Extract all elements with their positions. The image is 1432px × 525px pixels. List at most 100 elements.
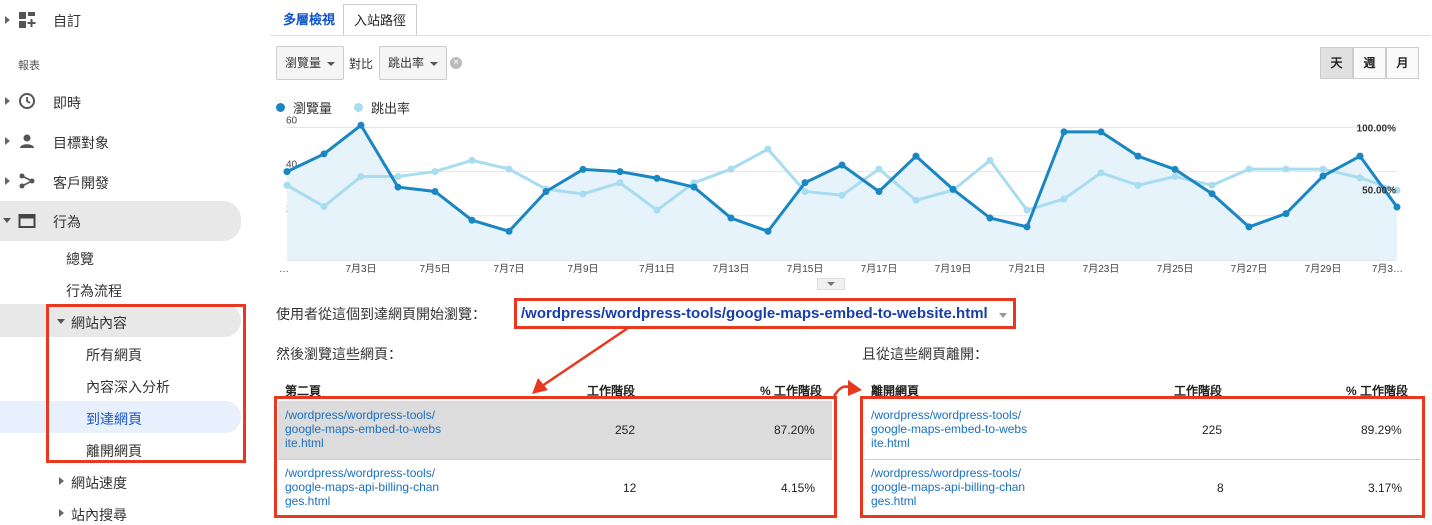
clear-compare-icon[interactable]: × bbox=[450, 57, 462, 69]
line-chart: 604020100.00%50.00%…7月3日7月5日7月7日7月9日7月11… bbox=[279, 115, 1403, 275]
data-point-pageviews bbox=[1171, 165, 1179, 173]
x-tick-label: 7月11日 bbox=[639, 263, 675, 275]
data-point-bounce-rate bbox=[579, 190, 587, 198]
data-point-pageviews bbox=[875, 188, 883, 195]
sidebar-item-behavior[interactable]: 行為 bbox=[53, 212, 81, 232]
data-point-pageviews bbox=[1023, 223, 1031, 231]
data-point-bounce-rate bbox=[505, 165, 513, 173]
sidebar-item-audience[interactable]: 目標對象 bbox=[53, 133, 109, 153]
data-point-pageviews bbox=[986, 214, 994, 222]
dashboard-icon bbox=[19, 12, 36, 28]
sidebar-item-overview[interactable]: 總覽 bbox=[66, 249, 94, 269]
metric-dropdown-label: 瀏覽量 bbox=[285, 56, 322, 70]
data-point-pageviews bbox=[283, 168, 291, 176]
tab-divider bbox=[270, 35, 1430, 36]
sidebar-item-acquisition[interactable]: 客戶開發 bbox=[53, 173, 109, 193]
sidebar-section-reports: 報表 bbox=[18, 60, 40, 72]
expand-caret-icon[interactable] bbox=[59, 509, 64, 517]
data-point-bounce-rate bbox=[727, 165, 735, 173]
data-point-pageviews bbox=[1097, 128, 1105, 136]
data-point-bounce-rate bbox=[1171, 173, 1179, 181]
x-tick-label: 7月27日 bbox=[1231, 263, 1268, 275]
data-point-bounce-rate bbox=[1282, 165, 1290, 173]
data-point-bounce-rate bbox=[431, 168, 439, 176]
data-point-bounce-rate bbox=[764, 145, 772, 153]
sidebar: 自訂 報表 即時 目標對象 客戶開發 行為 總覽 行為流程 網站內容 所有網頁 … bbox=[0, 0, 262, 524]
tab-navigation-summary[interactable]: 多層檢視 bbox=[273, 4, 345, 36]
x-tick-label: 7月19日 bbox=[935, 263, 972, 275]
x-tick-label: 7月7日 bbox=[493, 263, 524, 275]
y2-tick-label: 50.00% bbox=[1362, 186, 1396, 197]
annotation-box bbox=[46, 304, 246, 463]
data-point-pageviews bbox=[1245, 223, 1253, 231]
data-point-pageviews bbox=[727, 214, 735, 222]
period-month-button[interactable]: 月 bbox=[1386, 47, 1419, 79]
data-point-pageviews bbox=[690, 183, 698, 191]
expand-caret-icon[interactable] bbox=[59, 477, 64, 485]
data-point-bounce-rate bbox=[1245, 165, 1253, 173]
x-tick-label: 7月29日 bbox=[1305, 263, 1342, 275]
data-point-pageviews bbox=[653, 174, 661, 182]
sidebar-item-site-speed[interactable]: 網站速度 bbox=[71, 473, 127, 493]
sidebar-item-site-search[interactable]: 站內搜尋 bbox=[71, 505, 127, 525]
flow-question: 使用者從這個到達網頁開始瀏覽： bbox=[276, 306, 486, 322]
data-point-bounce-rate bbox=[1319, 165, 1327, 173]
collapse-caret-icon[interactable] bbox=[3, 218, 11, 223]
data-point-pageviews bbox=[542, 188, 550, 195]
compare-metric-dropdown[interactable]: 跳出率 bbox=[379, 46, 447, 80]
data-point-bounce-rate bbox=[1023, 206, 1031, 214]
data-point-pageviews bbox=[801, 179, 809, 187]
data-point-bounce-rate bbox=[986, 156, 994, 164]
data-point-pageviews bbox=[616, 168, 624, 176]
data-point-pageviews bbox=[912, 152, 920, 160]
sidebar-item-realtime[interactable]: 即時 bbox=[53, 93, 81, 113]
x-tick-label: 7月17日 bbox=[861, 263, 898, 275]
expand-caret-icon[interactable] bbox=[5, 177, 10, 185]
data-point-pageviews bbox=[431, 188, 439, 195]
sidebar-item-customize[interactable]: 自訂 bbox=[53, 11, 81, 31]
data-point-bounce-rate bbox=[801, 188, 809, 195]
data-point-pageviews bbox=[764, 227, 772, 235]
data-point-bounce-rate bbox=[1356, 174, 1364, 182]
data-point-bounce-rate bbox=[357, 173, 365, 181]
clock-icon bbox=[19, 93, 35, 109]
x-tick-label: 7月9日 bbox=[567, 263, 598, 275]
expand-caret-icon[interactable] bbox=[5, 137, 10, 145]
chevron-down-icon bbox=[430, 62, 438, 66]
period-day-button[interactable]: 天 bbox=[1320, 47, 1353, 79]
data-point-bounce-rate bbox=[1208, 181, 1216, 189]
x-tick-label: 7月25日 bbox=[1157, 263, 1194, 275]
compare-label: 對比 bbox=[349, 57, 374, 71]
x-tick-label: 7月21日 bbox=[1009, 263, 1046, 275]
data-point-pageviews bbox=[579, 165, 587, 173]
data-point-pageviews bbox=[1282, 210, 1290, 218]
data-point-pageviews bbox=[357, 121, 365, 129]
annotation-box bbox=[860, 396, 1425, 518]
metric-dropdown[interactable]: 瀏覽量 bbox=[276, 46, 344, 80]
data-point-pageviews bbox=[1393, 203, 1401, 211]
data-point-bounce-rate bbox=[394, 173, 402, 181]
y2-tick-label: 100.00% bbox=[1357, 123, 1397, 134]
x-tick-label: 7月5日 bbox=[419, 263, 450, 275]
period-week-button[interactable]: 週 bbox=[1353, 47, 1386, 79]
expand-caret-icon[interactable] bbox=[5, 16, 10, 24]
data-point-pageviews bbox=[1208, 190, 1216, 198]
annotation-box bbox=[274, 396, 837, 518]
expand-caret-icon[interactable] bbox=[5, 97, 10, 105]
data-point-pageviews bbox=[505, 227, 513, 235]
data-point-pageviews bbox=[468, 216, 476, 224]
data-point-bounce-rate bbox=[468, 156, 476, 164]
y-tick-label: 60 bbox=[286, 115, 298, 126]
data-point-bounce-rate bbox=[653, 206, 661, 214]
data-point-bounce-rate bbox=[875, 165, 883, 173]
expand-chart-handle[interactable] bbox=[817, 278, 845, 290]
x-tick-label: 7月23日 bbox=[1083, 263, 1120, 275]
data-point-bounce-rate bbox=[1134, 181, 1142, 189]
data-point-bounce-rate bbox=[283, 181, 291, 189]
data-point-bounce-rate bbox=[1097, 169, 1105, 177]
tab-entrance-paths[interactable]: 入站路徑 bbox=[343, 4, 418, 36]
sidebar-item-behavior-flow[interactable]: 行為流程 bbox=[66, 281, 122, 301]
exit-pages-heading: 且從這些網頁離開： bbox=[862, 346, 988, 362]
data-point-bounce-rate bbox=[912, 196, 920, 204]
data-point-bounce-rate bbox=[838, 191, 846, 199]
